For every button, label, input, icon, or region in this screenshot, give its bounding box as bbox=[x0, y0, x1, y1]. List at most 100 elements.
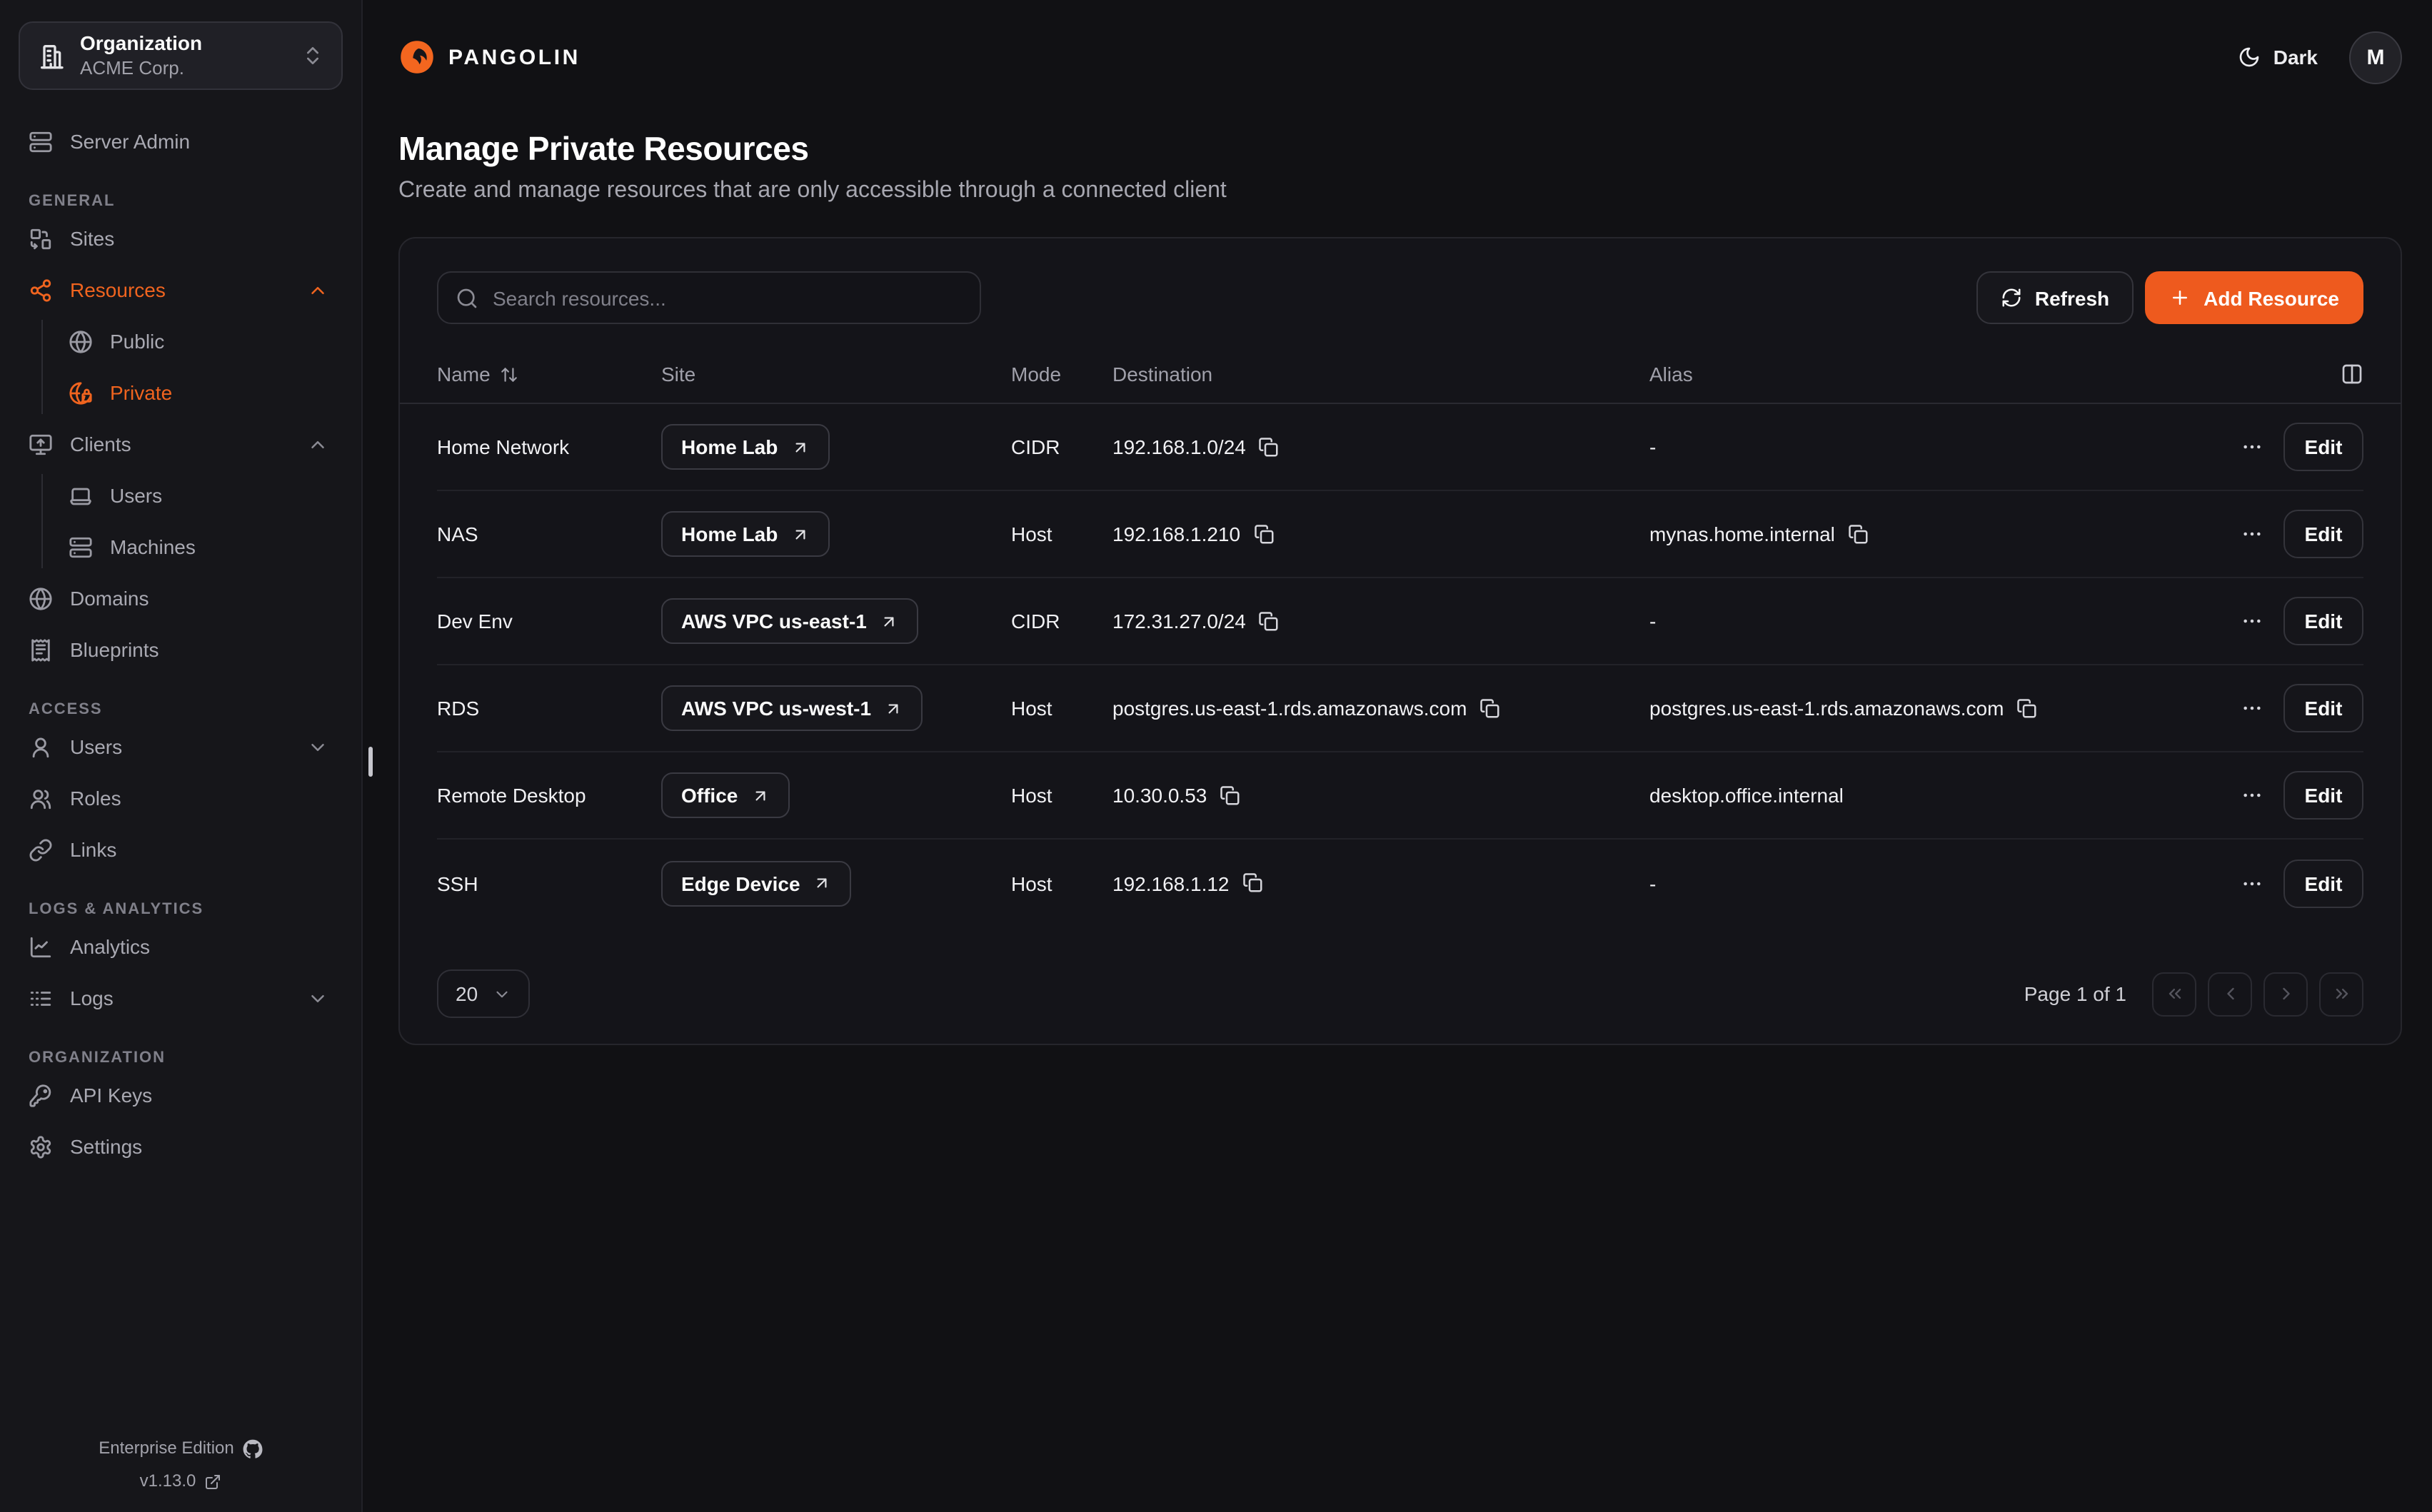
table-row: Remote Desktop Office Host 10.30.0.53 de… bbox=[437, 752, 2363, 840]
row-menu-button[interactable] bbox=[2241, 523, 2263, 545]
edit-button[interactable]: Edit bbox=[2283, 597, 2363, 645]
copy-destination-button[interactable] bbox=[1220, 785, 1241, 806]
copy-alias-button[interactable] bbox=[2016, 697, 2038, 719]
copy-destination-button[interactable] bbox=[1259, 436, 1280, 458]
site-link[interactable]: AWS VPC us-east-1 bbox=[661, 598, 918, 644]
copy-icon bbox=[2016, 697, 2038, 719]
sidebar-item-blueprints[interactable]: Blueprints bbox=[19, 624, 343, 675]
edit-button[interactable]: Edit bbox=[2283, 684, 2363, 732]
site-link[interactable]: Home Lab bbox=[661, 511, 829, 557]
row-menu-button[interactable] bbox=[2241, 435, 2263, 458]
sidebar-item-links[interactable]: Links bbox=[19, 824, 343, 875]
last-page-button[interactable] bbox=[2319, 972, 2363, 1016]
sidebar-item-analytics[interactable]: Analytics bbox=[19, 921, 343, 972]
copy-icon bbox=[1259, 610, 1280, 632]
laptop-icon bbox=[69, 483, 93, 508]
resource-name: Home Network bbox=[437, 435, 661, 458]
row-menu-button[interactable] bbox=[2241, 872, 2263, 894]
chevron-down-icon bbox=[492, 984, 511, 1003]
page-title: Manage Private Resources bbox=[398, 130, 2402, 168]
site-link-label: Office bbox=[681, 784, 738, 807]
site-link-label: AWS VPC us-west-1 bbox=[681, 697, 871, 720]
copy-icon bbox=[1220, 785, 1241, 806]
row-menu-button[interactable] bbox=[2241, 784, 2263, 807]
sort-name-button[interactable] bbox=[501, 365, 519, 383]
section-label-organization: ORGANIZATION bbox=[29, 1049, 343, 1067]
sidebar-item-clients[interactable]: Clients bbox=[19, 418, 343, 470]
sidebar-item-server-admin[interactable]: Server Admin bbox=[19, 116, 343, 167]
add-resource-button[interactable]: Add Resource bbox=[2145, 271, 2363, 324]
column-settings-button[interactable] bbox=[2341, 363, 2363, 385]
edition-link[interactable]: Enterprise Edition bbox=[0, 1433, 361, 1466]
gear-icon bbox=[29, 1134, 53, 1159]
site-link[interactable]: AWS VPC us-west-1 bbox=[661, 685, 923, 731]
prev-page-button[interactable] bbox=[2208, 972, 2252, 1016]
sidebar-item-client-users[interactable]: Users bbox=[19, 470, 343, 521]
version-link[interactable]: v1.13.0 bbox=[0, 1465, 361, 1498]
arrow-up-right-icon bbox=[880, 612, 898, 630]
copy-icon bbox=[1242, 872, 1264, 894]
chevron-up-icon bbox=[307, 279, 328, 301]
sidebar-item-logs[interactable]: Logs bbox=[19, 972, 343, 1024]
topbar: PANGOLIN Dark M bbox=[398, 0, 2402, 114]
resource-mode: CIDR bbox=[1011, 610, 1112, 632]
sidebar-item-api-keys[interactable]: API Keys bbox=[19, 1069, 343, 1121]
edit-button[interactable]: Edit bbox=[2283, 771, 2363, 820]
sidebar-footer: Enterprise Edition v1.13.0 bbox=[0, 1433, 361, 1498]
first-page-button[interactable] bbox=[2152, 972, 2196, 1016]
chevron-right-icon bbox=[2276, 984, 2296, 1004]
page-size-select[interactable]: 20 bbox=[437, 969, 529, 1018]
sidebar-item-settings[interactable]: Settings bbox=[19, 1121, 343, 1172]
globe-icon bbox=[69, 329, 93, 353]
site-link[interactable]: Home Lab bbox=[661, 424, 829, 470]
sidebar-item-machines[interactable]: Machines bbox=[19, 521, 343, 573]
next-page-button[interactable] bbox=[2263, 972, 2308, 1016]
resource-mode: Host bbox=[1011, 872, 1112, 894]
resource-alias: - bbox=[1649, 872, 1656, 894]
resource-destination: 172.31.27.0/24 bbox=[1112, 610, 1246, 632]
site-link[interactable]: Edge Device bbox=[661, 860, 852, 906]
site-link[interactable]: Office bbox=[661, 772, 789, 818]
github-icon bbox=[243, 1439, 263, 1459]
edit-button[interactable]: Edit bbox=[2283, 510, 2363, 558]
theme-toggle-label: Dark bbox=[2273, 46, 2318, 69]
copy-icon bbox=[1848, 523, 1869, 545]
avatar-initial: M bbox=[2367, 45, 2385, 69]
row-menu-button[interactable] bbox=[2241, 697, 2263, 720]
sidebar-item-roles[interactable]: Roles bbox=[19, 772, 343, 824]
brand-logo[interactable]: PANGOLIN bbox=[398, 39, 581, 76]
org-switcher-label: Organization bbox=[80, 31, 287, 56]
theme-toggle[interactable]: Dark bbox=[2238, 46, 2318, 69]
copy-destination-button[interactable] bbox=[1259, 610, 1280, 632]
copy-destination-button[interactable] bbox=[1253, 523, 1275, 545]
sidebar-item-sites[interactable]: Sites bbox=[19, 213, 343, 264]
refresh-button[interactable]: Refresh bbox=[1976, 271, 2134, 324]
table-body: Home Network Home Lab CIDR 192.168.1.0/2… bbox=[437, 404, 2363, 927]
avatar[interactable]: M bbox=[2349, 31, 2402, 84]
sidebar-resize-handle[interactable] bbox=[368, 747, 373, 777]
resource-alias: - bbox=[1649, 610, 1656, 632]
sidebar-item-resources[interactable]: Resources bbox=[19, 264, 343, 316]
section-label-access: ACCESS bbox=[29, 701, 343, 718]
copy-destination-button[interactable] bbox=[1242, 872, 1264, 894]
page-size-value: 20 bbox=[456, 982, 478, 1005]
copy-alias-button[interactable] bbox=[1848, 523, 1869, 545]
org-switcher[interactable]: Organization ACME Corp. bbox=[19, 21, 343, 90]
sidebar-item-label: Machines bbox=[110, 535, 196, 558]
sidebar-item-private[interactable]: Private bbox=[19, 367, 343, 418]
refresh-label: Refresh bbox=[2035, 286, 2109, 309]
resource-alias: desktop.office.internal bbox=[1649, 784, 1844, 807]
col-header-name: Name bbox=[437, 363, 491, 385]
copy-destination-button[interactable] bbox=[1479, 697, 1501, 719]
col-header-alias: Alias bbox=[1649, 363, 2198, 385]
table-row: RDS AWS VPC us-west-1 Host postgres.us-e… bbox=[437, 665, 2363, 752]
sidebar-item-domains[interactable]: Domains bbox=[19, 573, 343, 624]
sidebar-item-public[interactable]: Public bbox=[19, 316, 343, 367]
search-input[interactable] bbox=[493, 286, 963, 309]
ellipsis-icon bbox=[2241, 784, 2263, 807]
sidebar-item-users[interactable]: Users bbox=[19, 721, 343, 772]
row-menu-button[interactable] bbox=[2241, 610, 2263, 632]
resource-destination: 10.30.0.53 bbox=[1112, 784, 1207, 807]
edit-button[interactable]: Edit bbox=[2283, 859, 2363, 907]
edit-button[interactable]: Edit bbox=[2283, 423, 2363, 471]
